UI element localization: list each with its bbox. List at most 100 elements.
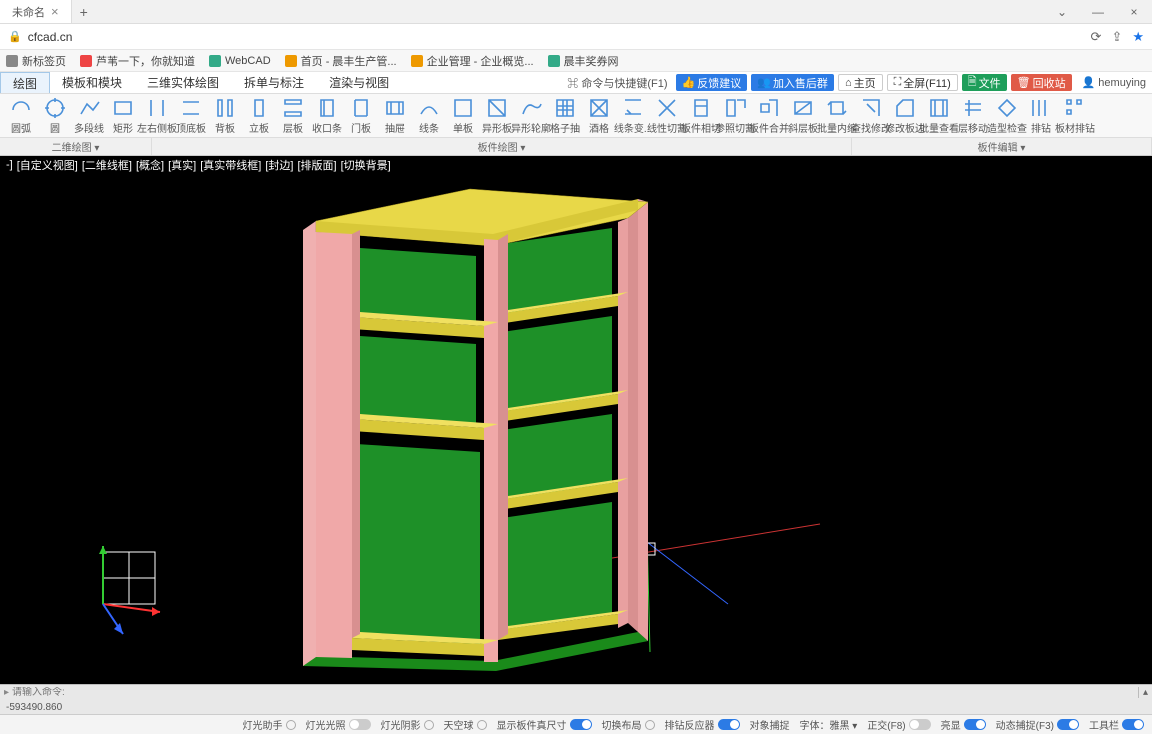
view-mode[interactable]: [自定义视图] [17,157,78,173]
window-controls: ⌄ — × [1044,5,1152,19]
user-display[interactable]: 👤 hemuying [1082,76,1146,89]
status-动态捕捉(F3)[interactable]: 动态捕捉(F3) [996,717,1079,732]
ribbon-toolbar: 圆弧圆多段线矩形左右侧板顶底板背板立板层板收口条门板抽屉线条单板异形板异形轮廓格… [0,94,1152,138]
feedback-button[interactable]: 👍 反馈建议 [676,74,748,91]
ribbon-板材排钻[interactable]: 板材排钻 [1058,96,1092,135]
command-input[interactable] [12,687,1138,698]
group-button[interactable]: 👥 加入售后群 [751,74,834,91]
bookmark-star-icon[interactable]: ★ [1132,29,1144,45]
share-icon[interactable]: ⇪ [1111,29,1122,45]
recycle-button[interactable]: 🗑 回收站 [1011,74,1072,91]
ribbon-批量查看[interactable]: 批量查看 [922,96,956,135]
ribbon-层板[interactable]: 层板 [276,96,310,135]
status-对象捕捉[interactable]: 对象捕捉 [750,717,790,732]
ribbon-斜层板[interactable]: 斜层板 [786,96,820,135]
view-mode[interactable]: [切换背景] [341,157,391,173]
viewport-3d[interactable] [0,174,1152,684]
cmd-expand-icon[interactable]: ▴ [1138,687,1152,698]
status-工具栏[interactable]: 工具栏 [1089,717,1144,732]
status-切换布局[interactable]: 切换布局 [602,717,655,732]
ribbon-线条[interactable]: 线条 [412,96,446,135]
browser-tab[interactable]: 未命名 × [0,0,72,23]
close-window-icon[interactable]: × [1116,5,1152,19]
ribbon-酒格[interactable]: 酒格 [582,96,616,135]
ribbon-左右侧板[interactable]: 左右侧板 [140,96,174,135]
menu-tabs: 绘图 模板和模块 三维实体绘图 拆单与标注 渲染与视图 [0,72,402,93]
view-mode[interactable]: [排版面] [297,157,336,173]
tab-render[interactable]: 渲染与视图 [317,72,402,93]
reload-icon[interactable]: ⟳ [1091,29,1102,45]
ribbon-抽屉[interactable]: 抽屉 [378,96,412,135]
new-tab-button[interactable]: + [72,4,96,20]
bookmark-item[interactable]: 芦苇一下，你就知道 [80,53,195,69]
bookmark-item[interactable]: 企业管理 - 企业概览... [411,53,534,69]
ribbon-格子抽[interactable]: 格子抽 [548,96,582,135]
lock-icon: 🔒 [8,30,22,43]
ribbon-圆弧[interactable]: 圆弧 [4,96,38,135]
close-icon[interactable]: × [51,4,59,19]
ribbon-异形板[interactable]: 异形板 [480,96,514,135]
ribbon-参照切割[interactable]: 参照切割 [718,96,752,135]
header-right: ⌘ 命令与快捷键(F1) 👍 反馈建议 👥 加入售后群 ⌂ 主页 ⛶ 全屏(F1… [567,74,1152,91]
bookmarks-bar: 新标签页 芦苇一下，你就知道 WebCAD 首页 - 晨丰生产管... 企业管理… [0,50,1152,72]
status-灯光助手[interactable]: 灯光助手 [243,717,296,732]
tab-3d[interactable]: 三维实体绘图 [135,72,232,93]
minimize-icon[interactable]: — [1080,5,1116,19]
fullscreen-button[interactable]: ⛶ 全屏(F11) [887,74,958,91]
ribbon-多段线[interactable]: 多段线 [72,96,106,135]
bookmark-item[interactable]: 新标签页 [6,53,66,69]
status-字体：雅黑 ▾[interactable]: 字体：雅黑 ▾ [800,717,858,732]
view-mode[interactable]: [概念] [136,157,164,173]
address-bar: 🔒 cfcad.cn ⟳ ⇪ ★ [0,24,1152,50]
file-button[interactable]: 🗎 文件 [962,74,1007,91]
cabinet-model[interactable] [303,189,648,671]
ribbon-排钻[interactable]: 排钻 [1024,96,1058,135]
group-edit[interactable]: 板件编辑 ▾ [852,138,1152,155]
status-灯光光照[interactable]: 灯光光照 [306,717,371,732]
ribbon-门板[interactable]: 门板 [344,96,378,135]
ribbon-板件合并[interactable]: 板件合并 [752,96,786,135]
status-排钻反应器[interactable]: 排钻反应器 [665,717,740,732]
app-header: 绘图 模板和模块 三维实体绘图 拆单与标注 渲染与视图 ⌘ 命令与快捷键(F1)… [0,72,1152,94]
status-正交(F8)[interactable]: 正交(F8) [867,717,930,732]
ribbon-立板[interactable]: 立板 [242,96,276,135]
bookmark-item[interactable]: 晨丰奖券网 [548,53,619,69]
coord-display: -593490.860 [0,700,1152,714]
status-灯光阴影[interactable]: 灯光阴影 [381,717,434,732]
ribbon-板件相切[interactable]: 板件相切 [684,96,718,135]
view-mode[interactable]: [真实带线框] [200,157,261,173]
ribbon-查找修改[interactable]: 查找修改 [854,96,888,135]
status-亮显[interactable]: 亮显 [941,717,986,732]
view-mode[interactable]: -] [6,159,13,171]
ribbon-单板[interactable]: 单板 [446,96,480,135]
ribbon-收口条[interactable]: 收口条 [310,96,344,135]
group-2d[interactable]: 二维绘图 ▾ [0,138,152,155]
group-board[interactable]: 板件绘图 ▾ [152,138,852,155]
ribbon-线条变...[interactable]: 线条变... [616,96,650,135]
ribbon-造型检查[interactable]: 造型检查 [990,96,1024,135]
bookmark-item[interactable]: WebCAD [209,55,271,67]
ribbon-圆[interactable]: 圆 [38,96,72,135]
caret-down-icon[interactable]: ⌄ [1044,5,1080,19]
home-button[interactable]: ⌂ 主页 [838,74,883,91]
ribbon-背板[interactable]: 背板 [208,96,242,135]
tab-split[interactable]: 拆单与标注 [232,72,317,93]
tab-draw[interactable]: 绘图 [0,72,50,93]
cmd-hint[interactable]: ⌘ 命令与快捷键(F1) [567,75,667,91]
status-天空球[interactable]: 天空球 [444,717,487,732]
tab-template[interactable]: 模板和模块 [50,72,135,93]
url-text[interactable]: cfcad.cn [28,30,73,44]
ribbon-修改板边[interactable]: 修改板边 [888,96,922,135]
view-mode[interactable]: [二维线框] [82,157,132,173]
bookmark-item[interactable]: 首页 - 晨丰生产管... [285,53,397,69]
ribbon-层移动[interactable]: 层移动 [956,96,990,135]
view-mode[interactable]: [封边] [265,157,293,173]
ribbon-顶底板[interactable]: 顶底板 [174,96,208,135]
view-mode[interactable]: [真实] [168,157,196,173]
status-bar: 灯光助手灯光光照灯光阴影天空球显示板件真尺寸切换布局排钻反应器对象捕捉字体：雅黑… [0,714,1152,734]
status-显示板件真尺寸[interactable]: 显示板件真尺寸 [497,717,592,732]
ribbon-线性切割[interactable]: 线性切割 [650,96,684,135]
ribbon-异形轮廓[interactable]: 异形轮廓 [514,96,548,135]
ribbon-矩形[interactable]: 矩形 [106,96,140,135]
ribbon-批量内缩[interactable]: 批量内缩 [820,96,854,135]
